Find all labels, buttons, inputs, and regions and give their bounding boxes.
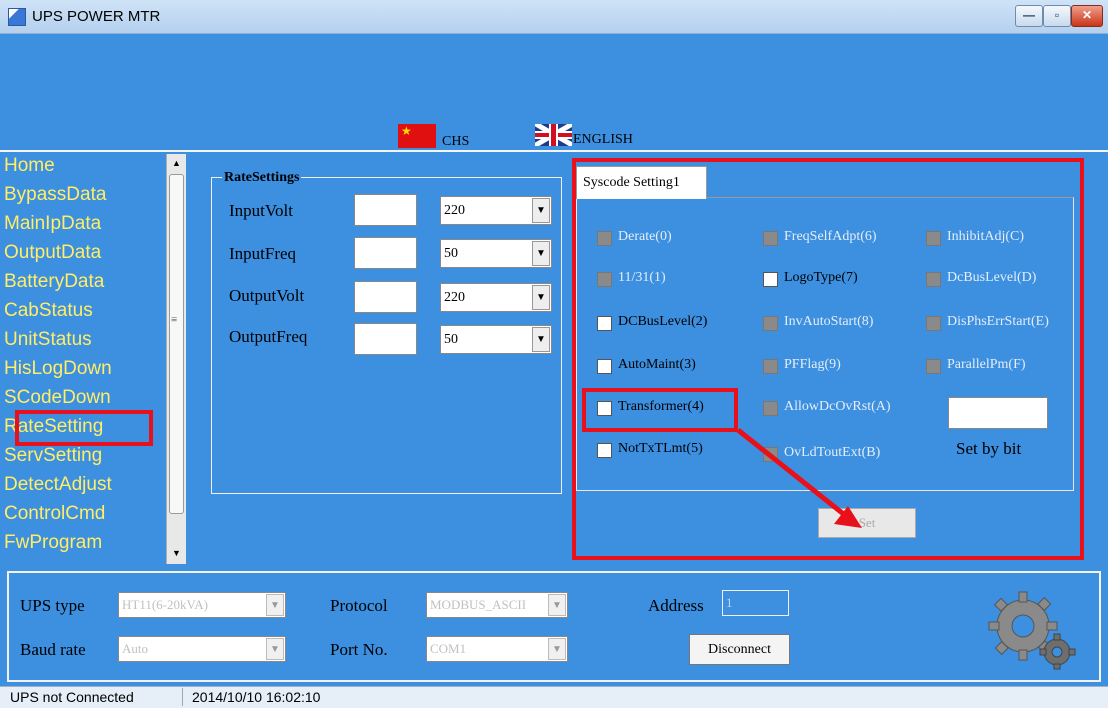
nav-selected-highlight [15, 410, 153, 446]
checkbox-11-31-label: 11/31(1) [618, 270, 666, 285]
chevron-down-icon[interactable]: ▼ [548, 638, 566, 660]
checkbox-automaint-label: AutoMaint(3) [618, 357, 696, 372]
nav-item-bypassdata[interactable]: BypassData [4, 183, 106, 207]
maximize-button[interactable]: ▫ [1043, 5, 1071, 27]
checkbox-ovldtoutext-label: OvLdToutExt(B) [784, 445, 881, 460]
nav-item-cabstatus[interactable]: CabStatus [4, 299, 93, 323]
nav-item-hislogdown[interactable]: HisLogDown [4, 357, 112, 381]
scroll-thumb[interactable] [169, 174, 184, 514]
close-button[interactable]: ✕ [1071, 5, 1103, 27]
checkbox-logotype-label: LogoType(7) [784, 270, 858, 285]
set-button[interactable]: Set [818, 508, 916, 538]
nav-item-scodedown[interactable]: SCodeDown [4, 386, 111, 410]
nav-item-fwprogram[interactable]: FwProgram [4, 531, 102, 555]
tab-syscode-setting1[interactable]: Syscode Setting1 [576, 166, 707, 199]
status-datetime: 2014/10/10 16:02:10 [192, 689, 321, 705]
uk-flag-icon[interactable] [535, 124, 572, 146]
checkbox-freqselfadpt-label: FreqSelfAdpt(6) [784, 229, 877, 244]
address-value: 1 [726, 595, 733, 610]
nav-item-detectadjust[interactable]: DetectAdjust [4, 473, 112, 497]
checkbox-dcbuslevel-d-label: DcBusLevel(D) [947, 270, 1037, 285]
scroll-up-arrow-icon[interactable]: ▲ [167, 154, 186, 172]
checkbox-dcbuslevel-label: DCBusLevel(2) [618, 314, 708, 329]
header-divider [0, 150, 1108, 152]
protocol-value: MODBUS_ASCII [430, 597, 527, 612]
checkbox-disphserrstart-label: DisPhsErrStart(E) [947, 314, 1049, 329]
nav-item-outputdata[interactable]: OutputData [4, 241, 101, 265]
china-flag-icon[interactable] [398, 124, 436, 148]
protocol-select[interactable]: MODBUS_ASCII ▼ [426, 592, 568, 618]
checkbox-parallelpm-label: ParallelPm(F) [947, 357, 1026, 372]
app-icon [8, 8, 26, 26]
port-no-label: Port No. [330, 640, 388, 659]
baud-rate-value: Auto [122, 641, 148, 656]
nav-item-home[interactable]: Home [4, 154, 55, 178]
scroll-down-arrow-icon[interactable]: ▼ [167, 544, 186, 562]
output-volt-label: OutputVolt [229, 286, 305, 305]
status-separator [182, 688, 183, 706]
output-freq-field[interactable] [354, 323, 417, 355]
checkbox-invautostart-label: InvAutoStart(8) [784, 314, 874, 329]
nav-item-unitstatus[interactable]: UnitStatus [4, 328, 92, 352]
address-input[interactable]: 1 [722, 590, 789, 616]
baud-rate-select[interactable]: Auto ▼ [118, 636, 286, 662]
gear-icon [988, 591, 1076, 670]
chevron-down-icon[interactable]: ▼ [266, 638, 284, 660]
output-freq-label: OutputFreq [229, 327, 308, 346]
port-no-select[interactable]: COM1 ▼ [426, 636, 568, 662]
input-freq-field[interactable] [354, 237, 417, 269]
checkbox-nottxtlmt-label: NotTxTLmt(5) [618, 441, 703, 456]
input-volt-select-value: 220 [444, 203, 465, 218]
input-volt-label: InputVolt [229, 201, 293, 220]
window-title: UPS POWER MTR [32, 8, 161, 25]
checkbox-derate-label: Derate(0) [618, 229, 672, 244]
input-volt-select[interactable]: 220 ▼ [440, 196, 552, 225]
rate-settings-legend: RateSettings [222, 170, 302, 186]
input-freq-select[interactable]: 50 ▼ [440, 239, 552, 268]
nav-item-servsetting[interactable]: ServSetting [4, 444, 102, 468]
chevron-down-icon[interactable]: ▼ [548, 594, 566, 616]
connection-panel [7, 571, 1101, 682]
baud-rate-label: Baud rate [20, 640, 86, 659]
nav-scrollbar[interactable]: ▲ ≡ ▼ [166, 154, 186, 564]
input-freq-select-value: 50 [444, 246, 458, 261]
set-by-bit-input[interactable] [948, 397, 1048, 429]
input-volt-field[interactable] [354, 194, 417, 226]
connection-status: UPS not Connected [10, 689, 134, 705]
chevron-down-icon[interactable]: ▼ [266, 594, 284, 616]
chevron-down-icon[interactable]: ▼ [532, 241, 550, 266]
chevron-down-icon[interactable]: ▼ [532, 327, 550, 352]
protocol-label: Protocol [330, 596, 388, 615]
checkbox-allowdcovrst-label: AllowDcOvRst(A) [784, 399, 891, 414]
nav-item-controlcmd[interactable]: ControlCmd [4, 502, 105, 526]
nav-list[interactable]: Home BypassData MainIpData OutputData Ba… [4, 154, 166, 564]
address-label: Address [648, 596, 704, 615]
ups-type-value: HT11(6-20kVA) [122, 597, 208, 612]
output-freq-select[interactable]: 50 ▼ [440, 325, 552, 354]
language-chs[interactable]: CHS [442, 134, 469, 150]
chevron-down-icon[interactable]: ▼ [532, 285, 550, 310]
disconnect-button[interactable]: Disconnect [689, 634, 790, 665]
ups-type-label: UPS type [20, 596, 85, 615]
output-volt-select[interactable]: 220 ▼ [440, 283, 552, 312]
checkbox-pfflag-label: PFFlag(9) [784, 357, 841, 372]
title-bar [0, 0, 1108, 34]
transformer-highlight [582, 388, 738, 432]
checkbox-inhibitadj-label: InhibitAdj(C) [947, 229, 1024, 244]
set-by-bit-label: Set by bit [956, 439, 1022, 458]
language-english[interactable]: ENGLISH [573, 132, 633, 148]
output-volt-select-value: 220 [444, 290, 465, 305]
chevron-down-icon[interactable]: ▼ [532, 198, 550, 223]
output-freq-select-value: 50 [444, 332, 458, 347]
input-freq-label: InputFreq [229, 244, 297, 263]
nav-item-batterydata[interactable]: BatteryData [4, 270, 104, 294]
status-bar [0, 686, 1108, 708]
ups-type-select[interactable]: HT11(6-20kVA) ▼ [118, 592, 286, 618]
minimize-button[interactable]: — [1015, 5, 1043, 27]
output-volt-field[interactable] [354, 281, 417, 313]
nav-item-mainipdata[interactable]: MainIpData [4, 212, 101, 236]
scroll-grip-icon: ≡ [171, 314, 178, 326]
port-no-value: COM1 [430, 641, 467, 656]
